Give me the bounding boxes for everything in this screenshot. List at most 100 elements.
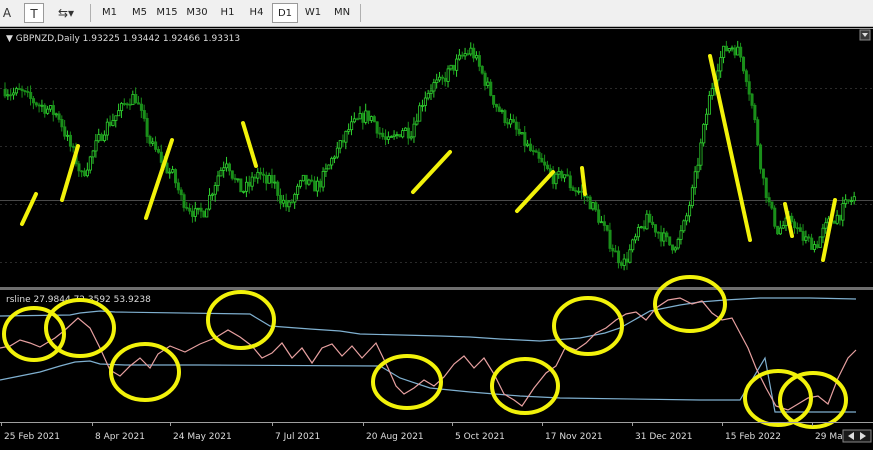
candle-body (537, 151, 541, 159)
candle-body (600, 221, 604, 224)
candle-body (210, 193, 214, 196)
candle-body (137, 102, 141, 105)
candle-body (37, 104, 41, 107)
candle-body (514, 121, 518, 130)
candle-body (105, 121, 109, 136)
candle-body (279, 195, 283, 204)
candle-body (233, 177, 237, 180)
candle-body (517, 128, 521, 135)
text-label-tool-icon[interactable]: T (24, 3, 44, 23)
candle-body (770, 201, 774, 209)
candle-body (546, 164, 550, 170)
candle-body (443, 77, 447, 82)
candle-body (173, 169, 178, 184)
candle-body (117, 110, 121, 117)
candle-body (611, 248, 615, 252)
timeframe-w1-button[interactable]: W1 (300, 3, 326, 23)
candle-body (242, 190, 246, 193)
candle-body (736, 46, 740, 56)
candle-body (395, 134, 399, 136)
timeframe-m5-button[interactable]: M5 (127, 3, 152, 23)
candle-body (71, 145, 75, 148)
text-tool-icon[interactable]: A (0, 3, 14, 23)
candle-body (466, 53, 470, 55)
candle-body (756, 119, 760, 146)
candle-body (148, 136, 152, 144)
candle-body (520, 132, 524, 135)
candle-body (742, 56, 746, 72)
candle-body (216, 175, 220, 186)
candle-body (685, 215, 689, 222)
candle-body (205, 208, 209, 218)
timeframe-mn-button[interactable]: MN (328, 3, 356, 23)
candle-body (85, 169, 90, 177)
candle-body (665, 232, 669, 238)
candle-body (744, 70, 748, 83)
candle-body (457, 54, 462, 60)
candle-body (171, 169, 175, 173)
candle-body (34, 102, 38, 106)
scroll-end-icon[interactable] (842, 429, 872, 443)
candle-body (804, 236, 808, 241)
candle-body (313, 180, 317, 192)
candle-body (500, 110, 504, 112)
candle-body (571, 187, 575, 191)
candle-body (9, 94, 13, 97)
candle-body (818, 236, 822, 248)
candle-body (111, 120, 115, 126)
x-axis-label: 24 May 2021 (173, 432, 232, 442)
timeframe-m30-button[interactable]: M30 (182, 3, 212, 23)
candle-body (435, 79, 439, 84)
candle-body (63, 126, 67, 137)
candle-body (645, 213, 649, 230)
x-axis-label: 8 Apr 2021 (95, 432, 145, 442)
candle-body (455, 58, 459, 71)
candle-body (142, 110, 146, 119)
candle-body (46, 108, 50, 114)
timeframe-m15-button[interactable]: M15 (154, 3, 180, 23)
panel-separator[interactable] (0, 287, 873, 290)
candle-body (560, 171, 564, 179)
candle-body (705, 113, 709, 125)
chart-area[interactable]: ▼ GBPNZD,Daily 1.93225 1.93442 1.92466 1… (0, 28, 873, 446)
x-axis-label: 20 Aug 2021 (366, 432, 424, 442)
panel-close-icon[interactable] (859, 29, 871, 41)
candle-body (284, 199, 288, 208)
x-axis-label: 31 Dec 2021 (635, 432, 693, 442)
candle-body (296, 185, 300, 195)
arrows-tool-icon[interactable]: ⇆▾ (50, 3, 82, 23)
candle-body (815, 244, 819, 248)
candle-body (159, 151, 163, 163)
candle-body (386, 136, 391, 140)
timeframe-m1-button[interactable]: M1 (96, 3, 123, 23)
timeframe-h1-button[interactable]: H1 (214, 3, 241, 23)
candle-body (12, 92, 16, 96)
candle-body (256, 171, 260, 179)
candle-body (631, 239, 635, 251)
candle-body (193, 208, 197, 217)
candle-body (318, 180, 322, 188)
candle-body (409, 136, 413, 139)
candle-body (716, 70, 720, 81)
candle-body (244, 181, 249, 192)
timeframe-h4-button[interactable]: H4 (243, 3, 270, 23)
chart-canvas[interactable]: ▼ GBPNZD,Daily 1.93225 1.93442 1.92466 1… (0, 28, 873, 446)
candle-body (673, 247, 677, 251)
candle-body (722, 45, 726, 58)
candle-body (773, 207, 777, 227)
candle-body (617, 250, 621, 264)
candle-body (315, 180, 320, 192)
candle-body (634, 236, 638, 241)
candle-body (747, 81, 751, 95)
candle-body (14, 88, 18, 94)
candle-body (347, 129, 351, 132)
candle-body (509, 119, 513, 125)
timeframe-d1-button[interactable]: D1 (272, 3, 298, 23)
candle-body (844, 199, 848, 204)
candle-body (412, 123, 416, 138)
candle-body (250, 176, 254, 187)
candle-body (398, 134, 402, 138)
candle-body (154, 141, 158, 150)
candle-body (103, 134, 107, 141)
candle-body (807, 236, 811, 239)
